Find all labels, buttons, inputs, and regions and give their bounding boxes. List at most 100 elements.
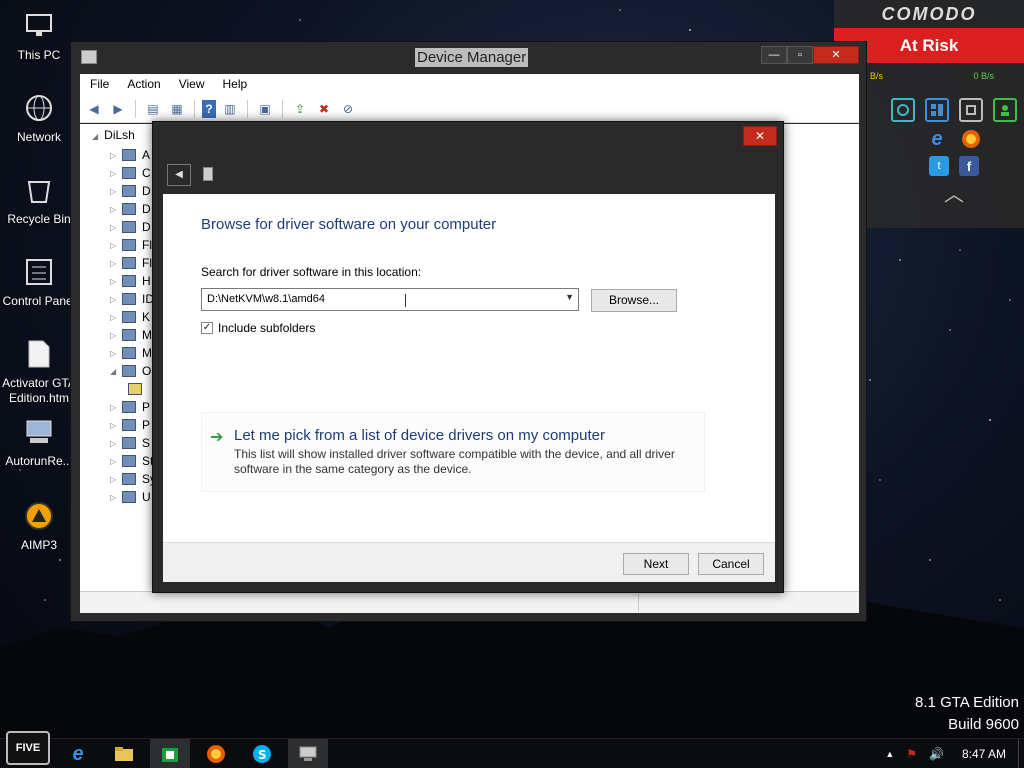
browse-button[interactable]: Browse... — [591, 289, 677, 312]
toolbar: ◀ ▶ ▤ ▦ ? ▥ ▣ ⇪ ✖ ⊘ — [80, 95, 859, 123]
action-center-icon[interactable]: ⚑ — [906, 747, 917, 761]
show-desktop-button[interactable] — [1018, 739, 1024, 768]
scan-hardware-icon[interactable]: ▣ — [255, 100, 275, 118]
dialog-content: Browse for driver software on your compu… — [163, 194, 775, 542]
driver-path-input[interactable]: D:\NetKVM\w8.1\amd64 ▼ — [201, 288, 579, 311]
menu-help[interactable]: Help — [223, 74, 256, 95]
firefox-icon[interactable] — [959, 127, 983, 151]
tree-item[interactable]: ▷ D — [110, 200, 151, 218]
forward-arrow-icon[interactable]: ▶ — [108, 100, 128, 118]
tree-item[interactable]: ▷ K — [110, 308, 150, 326]
tree-item[interactable]: ◢ O — [110, 362, 151, 380]
update-driver-icon[interactable]: ⇪ — [290, 100, 310, 118]
pick-from-list-option[interactable]: ➔ Let me pick from a list of device driv… — [201, 412, 705, 492]
device-manager-icon — [81, 50, 97, 64]
tree-item[interactable]: ▷ D — [110, 218, 151, 236]
status-bar — [80, 591, 859, 613]
list-icon[interactable]: ▦ — [167, 100, 187, 118]
desktop-icon-label: AutorunRe... — [5, 454, 73, 468]
tree-root[interactable]: ◢ DiLsh — [92, 128, 135, 142]
tree-item[interactable]: ▷ M — [110, 326, 152, 344]
sandbox-icon[interactable] — [959, 98, 983, 122]
tree-item[interactable]: ▷ Fl — [110, 254, 152, 272]
trash-icon — [21, 172, 57, 208]
tree-item[interactable]: ▷ A — [110, 146, 150, 164]
checkmark-icon[interactable]: ✓ — [201, 322, 213, 334]
path-label: Search for driver software in this locat… — [201, 265, 422, 279]
computer-icon — [21, 414, 57, 450]
store-icon[interactable] — [150, 739, 190, 768]
internet-explorer-icon[interactable]: e — [925, 127, 949, 151]
tree-item[interactable]: ▷ P — [110, 416, 150, 434]
disable-device-icon[interactable]: ⊘ — [338, 100, 358, 118]
menu-file[interactable]: File — [90, 74, 117, 95]
help-icon[interactable]: ? — [202, 99, 216, 118]
uninstall-device-icon[interactable]: ✖ — [314, 100, 334, 118]
tree-item[interactable]: ▷ D — [110, 182, 151, 200]
include-subfolders-checkbox[interactable]: ✓ Include subfolders — [201, 321, 315, 335]
properties-icon[interactable]: ▤ — [143, 100, 163, 118]
back-button[interactable]: ◀ — [167, 164, 191, 186]
volume-icon[interactable]: 🔊 — [929, 747, 944, 761]
window-titlebar[interactable]: Device Manager — ▫ ✕ — [71, 42, 866, 74]
facebook-icon[interactable]: f — [959, 156, 979, 176]
maximize-button[interactable]: ▫ — [787, 46, 813, 64]
tree-item[interactable]: ▷ St — [110, 452, 153, 470]
chevron-down-icon[interactable]: ▼ — [565, 292, 574, 302]
tree-item[interactable]: ▷ U — [110, 488, 151, 506]
kiosk-icon[interactable] — [993, 98, 1017, 122]
skype-icon[interactable]: S — [242, 739, 282, 768]
chevron-up-icon[interactable]: ▲ — [885, 749, 894, 759]
desktop-icon-recycle-bin[interactable]: Recycle Bin — [0, 172, 78, 227]
taskbar: FIVE e S ▲ ⚑ 🔊 8:47 AM — [0, 731, 1024, 768]
aimp-icon — [21, 498, 57, 534]
sliders-icon — [21, 254, 57, 290]
dialog-close-button[interactable]: ✕ — [743, 126, 777, 146]
desktop-icon-control-panel[interactable]: Control Panel — [0, 254, 78, 309]
green-arrow-icon: ➔ — [210, 429, 224, 446]
refresh-icon[interactable] — [891, 98, 915, 122]
back-arrow-icon[interactable]: ◀ — [84, 100, 104, 118]
tree-item[interactable]: ▷ C — [110, 164, 151, 182]
windows-edition-watermark: 8.1 GTA Edition Build 9600 — [915, 692, 1019, 736]
dialog-heading: Browse for driver software on your compu… — [201, 216, 497, 233]
tree-item[interactable]: ▷ Sy — [110, 470, 156, 488]
desktop-icon-this-pc[interactable]: This PC — [0, 8, 78, 63]
clock[interactable]: 8:47 AM — [962, 747, 1006, 761]
tree-root-label: DiLsh — [104, 128, 135, 142]
desktop-icon-network[interactable]: Network — [0, 90, 78, 145]
firefox-icon[interactable] — [196, 739, 236, 768]
desktop-icon-activator[interactable]: Activator GTA Edition.htm — [0, 336, 78, 406]
tree-item[interactable]: ▷ ID — [110, 290, 154, 308]
start-button[interactable]: FIVE — [6, 731, 50, 765]
window-close-button[interactable]: ✕ — [813, 46, 859, 64]
tree-item[interactable]: ▷ M — [110, 344, 152, 362]
view-icon[interactable]: ▥ — [220, 100, 240, 118]
desktop-icon-label-line2: Edition.htm — [8, 391, 70, 405]
update-driver-dialog: ✕ ◀ Browse for driver software on your c… — [152, 121, 784, 593]
desktop-icon-label: Control Panel — [2, 294, 76, 308]
tree-item[interactable]: ▷ S — [110, 434, 150, 452]
desktop-icon-autorun[interactable]: AutorunRe... — [0, 414, 78, 469]
desktop-icon-label: Recycle Bin — [7, 212, 71, 226]
next-button[interactable]: Next — [623, 553, 689, 575]
minimize-button[interactable]: — — [761, 46, 787, 64]
menu-view[interactable]: View — [179, 74, 213, 95]
tree-item[interactable]: ▷ Fl — [110, 236, 152, 254]
dashboard-icon[interactable] — [925, 98, 949, 122]
twitter-icon[interactable]: t — [929, 156, 949, 176]
edition-line-2: Build 9600 — [948, 716, 1019, 733]
desktop-icon-aimp3[interactable]: AIMP3 — [0, 498, 78, 553]
device-manager-icon[interactable] — [288, 739, 328, 768]
tree-item[interactable]: ▷ P — [110, 398, 150, 416]
tree-item[interactable] — [128, 380, 148, 398]
internet-explorer-icon[interactable]: e — [58, 739, 98, 768]
dialog-footer: Next Cancel — [163, 542, 775, 582]
cancel-button[interactable]: Cancel — [698, 553, 764, 575]
comodo-brand: COMODO — [881, 4, 977, 24]
tree-item[interactable]: ▷ H — [110, 272, 151, 290]
desktop-icon-label: This PC — [17, 48, 61, 62]
file-explorer-icon[interactable] — [104, 739, 144, 768]
menu-action[interactable]: Action — [127, 74, 168, 95]
edition-line-1: 8.1 GTA Edition — [915, 694, 1019, 711]
